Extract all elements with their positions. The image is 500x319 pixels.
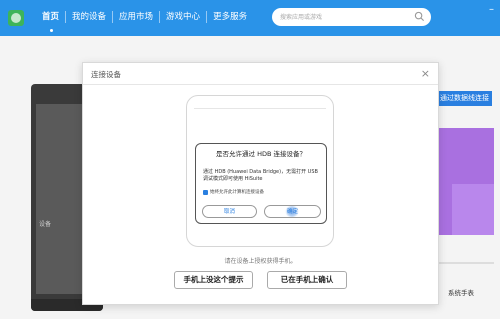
search-icon[interactable] — [414, 11, 425, 22]
promo-card[interactable] — [438, 128, 494, 235]
window-controls: – — [489, 4, 494, 15]
watermark: 系统手表 — [448, 289, 474, 297]
prompt-ok-label: 确定 — [286, 209, 298, 215]
nav-item-game-center[interactable]: 游戏中心 — [160, 11, 208, 23]
hdb-permission-prompt: 是否允许通过 HDB 连接设备？ 通过 HDB (Huawei Data Bri… — [195, 143, 327, 224]
minimize-icon[interactable]: – — [489, 4, 494, 15]
main-nav: 首页 我的设备 应用市场 游戏中心 更多服务 — [36, 11, 253, 32]
checkbox-label: 始终允许此计算机连接设备 — [210, 190, 264, 195]
divider — [438, 262, 494, 264]
checkbox-icon — [203, 189, 208, 195]
confirmed-button[interactable]: 已在手机上确认 — [267, 271, 347, 289]
app-logo — [8, 10, 24, 26]
device-label: 设备 — [39, 221, 52, 228]
close-icon[interactable]: × — [421, 67, 430, 80]
nav-item-app-market[interactable]: 应用市场 — [113, 11, 161, 23]
connect-device-dialog: 连接设备 × 是否允许通过 HDB 连接设备？ 通过 HDB (Huawei D… — [82, 62, 439, 305]
nav-item-my-devices[interactable]: 我的设备 — [66, 11, 114, 23]
authorize-hint: 请在设备上授权获得手机。 — [224, 258, 297, 265]
usb-connect-link[interactable]: 通过数据线连接 — [438, 91, 492, 106]
nav-item-home[interactable]: 首页 — [36, 11, 67, 32]
nav-item-more-services[interactable]: 更多服务 — [207, 11, 253, 23]
no-prompt-button[interactable]: 手机上没这个提示 — [174, 271, 253, 289]
always-allow-checkbox: 始终允许此计算机连接设备 — [203, 189, 264, 195]
dialog-header: 连接设备 × — [83, 63, 438, 85]
prompt-ok-button: 确定 — [264, 205, 321, 218]
search-input[interactable] — [280, 11, 410, 23]
search-box — [272, 8, 431, 26]
prompt-cancel-button: 取消 — [202, 205, 257, 218]
dialog-title: 连接设备 — [91, 70, 121, 79]
prompt-body: 通过 HDB (Huawei Data Bridge)，无需打开 USB 调试模… — [203, 169, 318, 182]
promo-shape — [452, 184, 494, 235]
phone-top-line — [194, 108, 326, 109]
top-bar: 首页 我的设备 应用市场 游戏中心 更多服务 – — [0, 0, 500, 36]
prompt-title: 是否允许通过 HDB 连接设备？ — [216, 150, 306, 158]
